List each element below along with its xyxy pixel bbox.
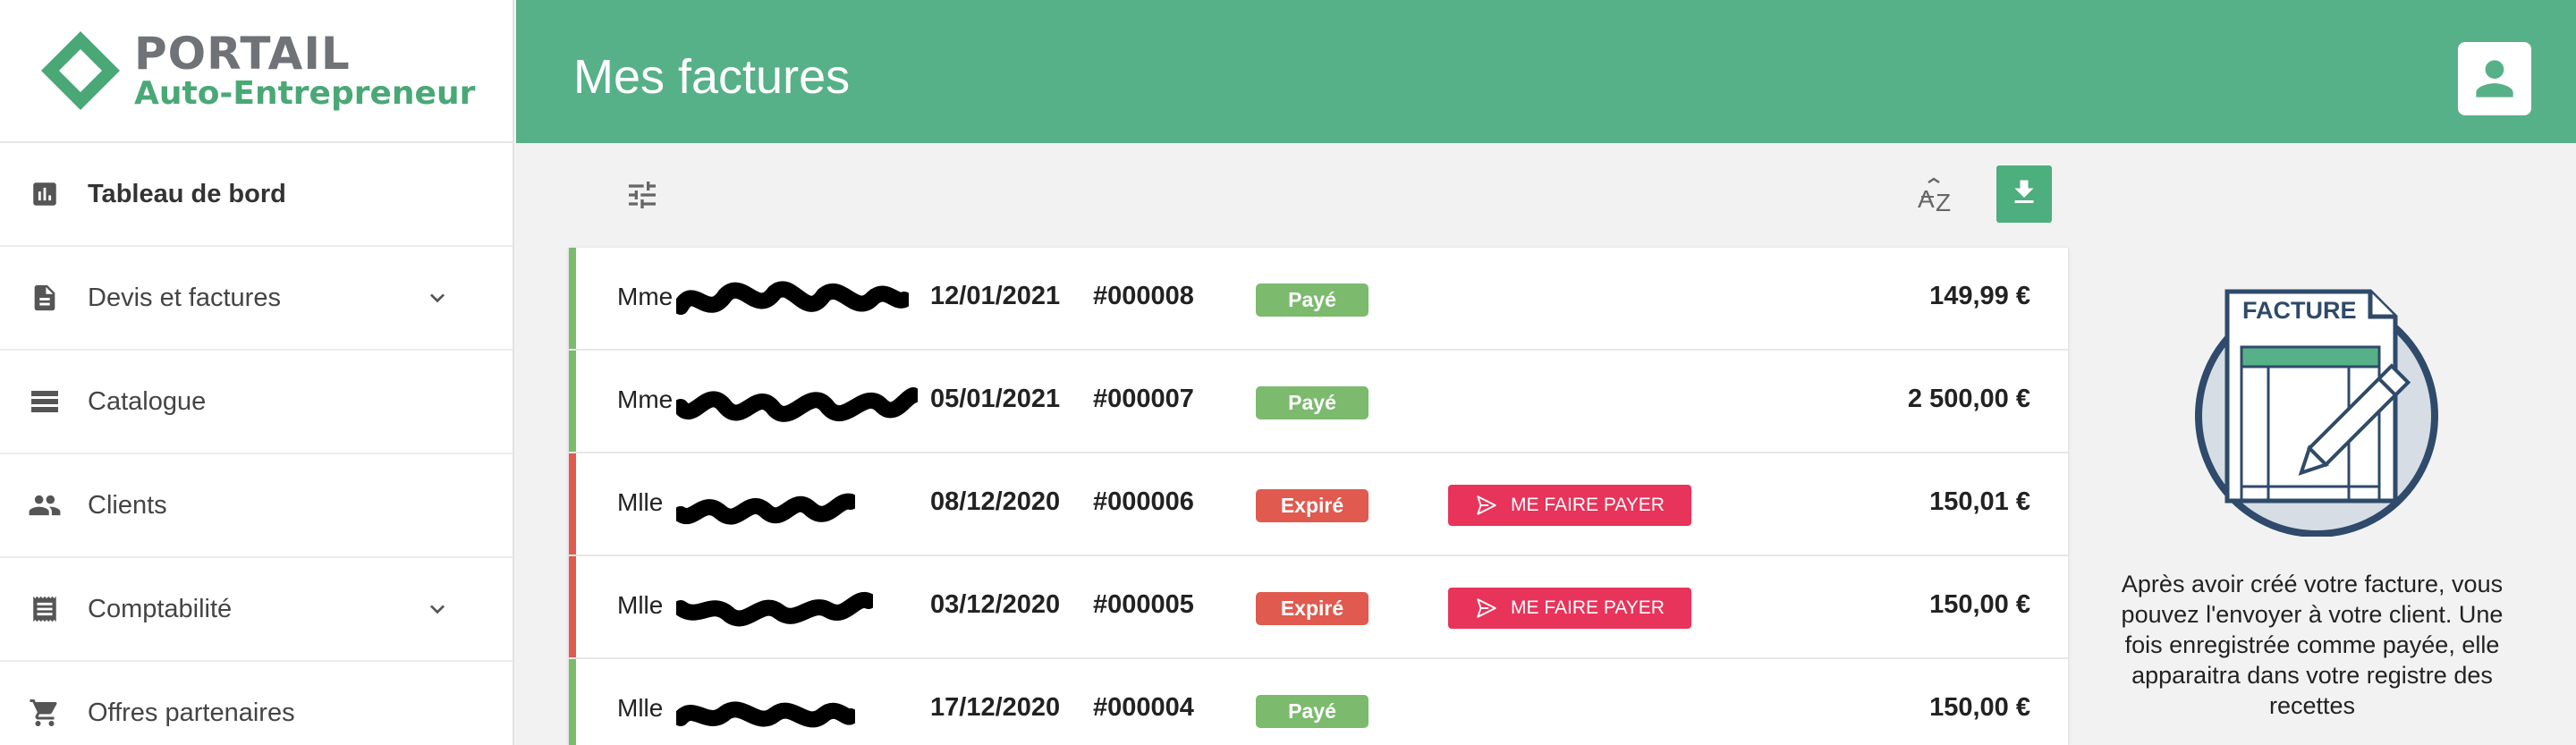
app-header: Mes factures [516, 0, 2576, 143]
illustration-label: FACTURE [2242, 297, 2357, 324]
chevron-down-icon[interactable] [423, 595, 452, 623]
sidebar-item-accounting[interactable]: Comptabilité [0, 558, 513, 662]
sort-az-icon[interactable]: A Z [1914, 175, 1961, 218]
invoice-row[interactable]: Mlle 08/12/2020 #000006 Expiré ME FAIRE … [569, 453, 2068, 556]
request-payment-label: ME FAIRE PAYER [1511, 597, 1665, 618]
svg-text:A: A [1918, 185, 1935, 213]
status-badge: Payé [1256, 695, 1368, 728]
sidebar-item-label: Catalogue [88, 386, 207, 416]
logo-subtitle: Auto-Entrepreneur [134, 75, 476, 112]
receipt-icon [27, 591, 63, 627]
sidebar-item-clients[interactable]: Clients [0, 454, 513, 558]
client-name: Mlle [617, 591, 664, 619]
sidebar-item-catalogue[interactable]: Catalogue [0, 351, 513, 454]
sidebar: PORTAIL Auto-Entrepreneur Tableau de bor… [0, 0, 514, 745]
redaction-scribble [676, 387, 918, 422]
logo-diamond-icon [39, 30, 122, 112]
tune-icon[interactable] [623, 175, 662, 215]
logo[interactable]: PORTAIL Auto-Entrepreneur [0, 0, 513, 143]
invoice-amount: 149,99 € [1929, 282, 2030, 310]
send-icon [1477, 495, 1496, 515]
list-icon [27, 384, 63, 419]
sidebar-item-quotes-invoices[interactable]: Devis et factures [0, 247, 513, 351]
invoice-number: #000005 [1093, 590, 1194, 619]
sidebar-item-label: Offres partenaires [88, 698, 295, 727]
sidebar-item-label: Clients [88, 490, 167, 520]
sidebar-item-label: Devis et factures [88, 283, 281, 312]
invoice-number: #000007 [1093, 385, 1194, 413]
status-accent [569, 556, 576, 657]
request-payment-label: ME FAIRE PAYER [1511, 495, 1665, 515]
redaction-scribble [676, 281, 909, 315]
invoice-date: 05/01/2021 [930, 385, 1061, 413]
send-icon [1477, 598, 1496, 618]
invoice-amount: 150,00 € [1929, 693, 2030, 722]
invoice-amount: 150,01 € [1929, 487, 2030, 516]
invoice-date: 03/12/2020 [930, 590, 1061, 619]
cart-icon [27, 695, 63, 731]
invoice-date: 12/01/2021 [930, 282, 1061, 310]
bar-chart-icon [27, 176, 63, 212]
status-accent [569, 453, 576, 555]
invoice-illustration-icon: FACTURE [2195, 289, 2438, 537]
invoice-date: 17/12/2020 [930, 693, 1061, 722]
status-accent [569, 659, 576, 745]
svg-text:Z: Z [1936, 189, 1951, 216]
status-accent [569, 248, 576, 349]
status-badge: Expiré [1256, 592, 1368, 625]
invoice-number: #000006 [1093, 487, 1194, 516]
help-text: Après avoir créé votre facture, vous pou… [2121, 571, 2504, 719]
status-badge: Payé [1256, 284, 1368, 317]
invoice-row[interactable]: Mlle 17/12/2020 #000004 Payé 150,00 € [569, 659, 2068, 745]
client-name: Mlle [617, 488, 664, 516]
download-button[interactable] [1996, 165, 2052, 223]
invoice-list: Mme 12/01/2021 #000008 Payé 149,99 € Mme… [569, 248, 2068, 745]
redaction-scribble [676, 701, 855, 728]
document-icon [27, 280, 63, 316]
request-payment-button[interactable]: ME FAIRE PAYER [1448, 588, 1691, 629]
invoice-date: 08/12/2020 [930, 487, 1061, 516]
redaction-scribble [676, 493, 855, 525]
account-icon[interactable] [2458, 42, 2531, 115]
client-name: Mme [617, 385, 674, 413]
download-icon [2008, 176, 2040, 213]
invoice-amount: 2 500,00 € [1907, 385, 2030, 413]
redaction-scribble [676, 592, 873, 627]
request-payment-button[interactable]: ME FAIRE PAYER [1448, 485, 1691, 526]
sidebar-item-label: Tableau de bord [88, 179, 286, 208]
people-icon [27, 487, 63, 523]
client-name: Mme [617, 283, 674, 310]
status-accent [569, 351, 576, 452]
invoice-number: #000008 [1093, 282, 1194, 310]
status-badge: Payé [1256, 386, 1368, 419]
logo-title: PORTAIL [134, 28, 351, 80]
invoice-amount: 150,00 € [1929, 590, 2030, 619]
page-title: Mes factures [573, 50, 851, 104]
status-badge: Expiré [1256, 489, 1368, 522]
client-name: Mlle [617, 694, 664, 722]
invoice-row[interactable]: Mlle 03/12/2020 #000005 Expiré ME FAIRE … [569, 556, 2068, 659]
invoice-number: #000004 [1093, 693, 1194, 722]
sidebar-item-dashboard[interactable]: Tableau de bord [0, 143, 513, 247]
sidebar-item-partner-offers[interactable]: Offres partenaires [0, 662, 513, 745]
invoice-row[interactable]: Mme 12/01/2021 #000008 Payé 149,99 € [569, 248, 2068, 351]
invoice-row[interactable]: Mme 05/01/2021 #000007 Payé 2 500,00 € [569, 351, 2068, 453]
sidebar-item-label: Comptabilité [88, 594, 233, 623]
chevron-down-icon[interactable] [423, 284, 452, 312]
